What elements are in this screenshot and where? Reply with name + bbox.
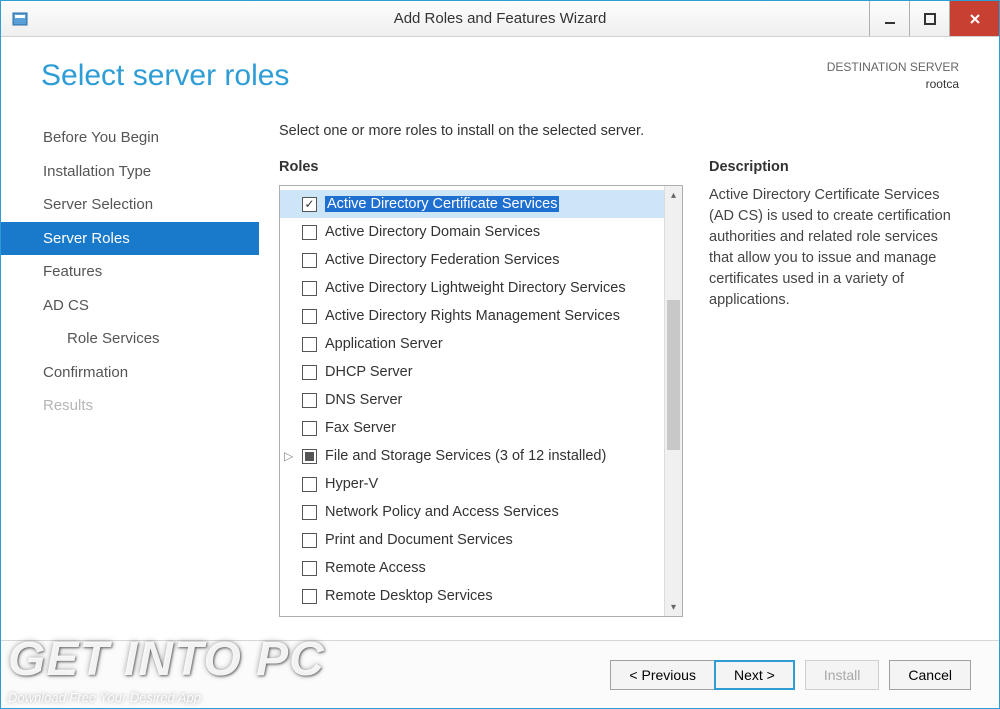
role-label: Active Directory Federation Services	[325, 252, 560, 268]
role-label: Remote Access	[325, 560, 426, 576]
role-row[interactable]: Hyper-V	[280, 470, 664, 498]
roles-listbox: Active Directory Certificate Services Act…	[279, 185, 683, 617]
checkbox[interactable]	[302, 309, 317, 324]
header: Select server roles DESTINATION SERVER r…	[1, 37, 999, 103]
sidebar-item[interactable]: AD CS	[43, 289, 259, 323]
footer: < Previous Next > Install Cancel	[1, 640, 999, 708]
checkbox[interactable]	[302, 477, 317, 492]
previous-button[interactable]: < Previous	[610, 660, 714, 690]
titlebar: Add Roles and Features Wizard	[1, 1, 999, 37]
sidebar-item[interactable]: Server Selection	[43, 188, 259, 222]
description-column: Description Active Directory Certificate…	[709, 159, 961, 640]
nav-button-group: < Previous Next >	[610, 660, 794, 690]
cancel-button[interactable]: Cancel	[889, 660, 971, 690]
close-button[interactable]	[949, 1, 999, 36]
role-row[interactable]: ▷ File and Storage Services (3 of 12 inst…	[280, 442, 664, 470]
role-label: Active Directory Certificate Services	[325, 196, 559, 212]
role-label: Active Directory Rights Management Servi…	[325, 308, 620, 324]
sidebar-item[interactable]: Installation Type	[43, 155, 259, 189]
role-row[interactable]: Print and Document Services	[280, 526, 664, 554]
checkbox[interactable]	[302, 421, 317, 436]
content-area: Select server roles DESTINATION SERVER r…	[1, 37, 999, 708]
role-row[interactable]: Remote Access	[280, 554, 664, 582]
minimize-button[interactable]	[869, 1, 909, 36]
roles-column: Roles Active Directory Certificate Servi…	[279, 159, 683, 640]
checkbox[interactable]	[302, 561, 317, 576]
role-row[interactable]: Active Directory Federation Services	[280, 246, 664, 274]
maximize-button[interactable]	[909, 1, 949, 36]
role-label: File and Storage Services (3 of 12 insta…	[325, 448, 606, 464]
role-label: Active Directory Domain Services	[325, 224, 540, 240]
role-row[interactable]: Active Directory Lightweight Directory S…	[280, 274, 664, 302]
next-button[interactable]: Next >	[714, 660, 795, 690]
checkbox[interactable]	[302, 365, 317, 380]
scroll-up-icon[interactable]: ▴	[665, 186, 682, 204]
scroll-track[interactable]	[665, 204, 682, 598]
checkbox[interactable]	[302, 197, 317, 212]
role-row[interactable]: Network Policy and Access Services	[280, 498, 664, 526]
role-row[interactable]: DHCP Server	[280, 358, 664, 386]
checkbox[interactable]	[302, 449, 317, 464]
wizard-window: Add Roles and Features Wizard Select ser…	[0, 0, 1000, 709]
dest-label: DESTINATION SERVER	[827, 59, 959, 76]
page-title: Select server roles	[41, 59, 289, 93]
description-text: Active Directory Certificate Services (A…	[709, 185, 961, 311]
role-label: DNS Server	[325, 392, 402, 408]
checkbox[interactable]	[302, 253, 317, 268]
checkbox[interactable]	[302, 589, 317, 604]
role-label: Application Server	[325, 336, 443, 352]
role-label: Hyper-V	[325, 476, 378, 492]
role-row[interactable]: Active Directory Certificate Services	[280, 190, 664, 218]
role-row[interactable]: Remote Desktop Services	[280, 582, 664, 610]
role-label: Active Directory Lightweight Directory S…	[325, 280, 626, 296]
sidebar-item: Results	[43, 389, 259, 423]
checkbox[interactable]	[302, 337, 317, 352]
scroll-down-icon[interactable]: ▾	[665, 598, 682, 616]
sidebar-item[interactable]: Server Roles	[1, 222, 259, 256]
role-label: Print and Document Services	[325, 532, 513, 548]
body: Before You BeginInstallation TypeServer …	[1, 103, 999, 640]
role-row[interactable]: Application Server	[280, 330, 664, 358]
window-title: Add Roles and Features Wizard	[394, 10, 607, 27]
roles-label: Roles	[279, 159, 683, 175]
expander-icon[interactable]: ▷	[284, 449, 298, 463]
checkbox[interactable]	[302, 505, 317, 520]
sidebar-item[interactable]: Role Services	[43, 322, 259, 356]
instruction-text: Select one or more roles to install on t…	[279, 123, 961, 139]
role-row[interactable]: Active Directory Rights Management Servi…	[280, 302, 664, 330]
window-controls	[869, 1, 999, 36]
description-label: Description	[709, 159, 961, 175]
sidebar-item[interactable]: Before You Begin	[43, 121, 259, 155]
role-label: DHCP Server	[325, 364, 413, 380]
app-icon	[11, 10, 29, 28]
dest-value: rootca	[827, 76, 959, 93]
role-label: Fax Server	[325, 420, 396, 436]
roles-list[interactable]: Active Directory Certificate Services Act…	[280, 186, 664, 616]
checkbox[interactable]	[302, 281, 317, 296]
columns: Roles Active Directory Certificate Servi…	[279, 159, 961, 640]
sidebar-item[interactable]: Features	[43, 255, 259, 289]
destination-server: DESTINATION SERVER rootca	[827, 59, 959, 93]
scrollbar[interactable]: ▴ ▾	[664, 186, 682, 616]
role-label: Remote Desktop Services	[325, 588, 493, 604]
checkbox[interactable]	[302, 533, 317, 548]
role-label: Network Policy and Access Services	[325, 504, 559, 520]
main-panel: Select one or more roles to install on t…	[259, 103, 999, 640]
checkbox[interactable]	[302, 393, 317, 408]
role-row[interactable]: Active Directory Domain Services	[280, 218, 664, 246]
checkbox[interactable]	[302, 225, 317, 240]
wizard-steps-sidebar: Before You BeginInstallation TypeServer …	[1, 103, 259, 640]
scroll-thumb[interactable]	[667, 300, 680, 450]
sidebar-item[interactable]: Confirmation	[43, 356, 259, 390]
install-button[interactable]: Install	[805, 660, 880, 690]
role-row[interactable]: DNS Server	[280, 386, 664, 414]
role-row[interactable]: Fax Server	[280, 414, 664, 442]
